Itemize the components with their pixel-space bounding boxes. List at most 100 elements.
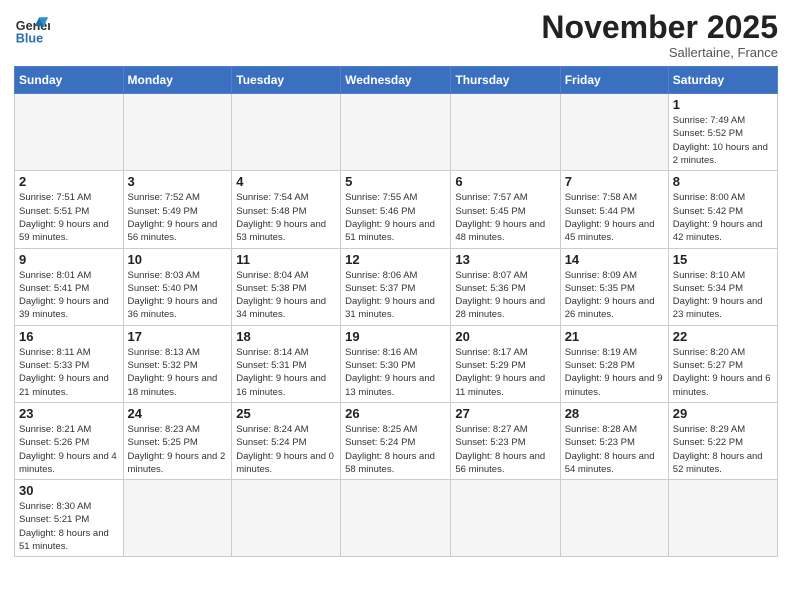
calendar-cell: 8Sunrise: 8:00 AM Sunset: 5:42 PM Daylig… — [668, 171, 777, 248]
logo: General Blue — [14, 10, 50, 46]
week-row-6: 30 Sunrise: 8:30 AM Sunset: 5:21 PM Dayli… — [15, 480, 778, 557]
day-info: Sunrise: 7:49 AM Sunset: 5:52 PM Dayligh… — [673, 114, 773, 167]
day-info: Sunrise: 8:17 AM Sunset: 5:29 PM Dayligh… — [455, 346, 555, 399]
day-info: Sunrise: 8:24 AM Sunset: 5:24 PM Dayligh… — [236, 423, 336, 476]
header-wednesday: Wednesday — [341, 67, 451, 94]
calendar-cell: 29Sunrise: 8:29 AM Sunset: 5:22 PM Dayli… — [668, 402, 777, 479]
calendar-cell — [560, 480, 668, 557]
day-info: Sunrise: 8:29 AM Sunset: 5:22 PM Dayligh… — [673, 423, 773, 476]
calendar-cell: 4 Sunrise: 7:54 AM Sunset: 5:48 PM Daylig… — [232, 171, 341, 248]
day-number: 12 — [345, 252, 446, 267]
calendar-cell: 12 Sunrise: 8:06 AM Sunset: 5:37 PM Dayli… — [341, 248, 451, 325]
calendar-cell: 7 Sunrise: 7:58 AM Sunset: 5:44 PM Daylig… — [560, 171, 668, 248]
day-info: Sunrise: 8:30 AM Sunset: 5:21 PM Dayligh… — [19, 500, 119, 553]
day-number: 25 — [236, 406, 336, 421]
day-info: Sunrise: 7:51 AM Sunset: 5:51 PM Dayligh… — [19, 191, 119, 244]
calendar-cell — [15, 94, 124, 171]
day-info: Sunrise: 7:52 AM Sunset: 5:49 PM Dayligh… — [128, 191, 228, 244]
calendar-cell: 22 Sunrise: 8:20 AM Sunset: 5:27 PM Dayli… — [668, 325, 777, 402]
location: Sallertaine, France — [541, 45, 778, 60]
calendar-cell — [123, 94, 232, 171]
header-saturday: Saturday — [668, 67, 777, 94]
day-info: Sunrise: 8:28 AM Sunset: 5:23 PM Dayligh… — [565, 423, 664, 476]
week-row-5: 23 Sunrise: 8:21 AM Sunset: 5:26 PM Dayli… — [15, 402, 778, 479]
day-info: Sunrise: 8:01 AM Sunset: 5:41 PM Dayligh… — [19, 269, 119, 322]
header-thursday: Thursday — [451, 67, 560, 94]
day-number: 27 — [455, 406, 555, 421]
day-number: 5 — [345, 174, 446, 189]
day-number: 9 — [19, 252, 119, 267]
calendar-cell: 1 Sunrise: 7:49 AM Sunset: 5:52 PM Daylig… — [668, 94, 777, 171]
day-info: Sunrise: 8:21 AM Sunset: 5:26 PM Dayligh… — [19, 423, 119, 476]
calendar-cell: 18Sunrise: 8:14 AM Sunset: 5:31 PM Dayli… — [232, 325, 341, 402]
calendar-cell: 20 Sunrise: 8:17 AM Sunset: 5:29 PM Dayli… — [451, 325, 560, 402]
day-info: Sunrise: 7:54 AM Sunset: 5:48 PM Dayligh… — [236, 191, 336, 244]
day-number: 20 — [455, 329, 555, 344]
header-sunday: Sunday — [15, 67, 124, 94]
calendar-cell — [341, 94, 451, 171]
day-number: 17 — [128, 329, 228, 344]
day-info: Sunrise: 7:57 AM Sunset: 5:45 PM Dayligh… — [455, 191, 555, 244]
calendar-cell: 17 Sunrise: 8:13 AM Sunset: 5:32 PM Dayli… — [123, 325, 232, 402]
day-info: Sunrise: 8:13 AM Sunset: 5:32 PM Dayligh… — [128, 346, 228, 399]
calendar-header: SundayMondayTuesdayWednesdayThursdayFrid… — [15, 67, 778, 94]
calendar-cell: 28 Sunrise: 8:28 AM Sunset: 5:23 PM Dayli… — [560, 402, 668, 479]
day-number: 26 — [345, 406, 446, 421]
calendar-cell: 10 Sunrise: 8:03 AM Sunset: 5:40 PM Dayli… — [123, 248, 232, 325]
calendar-cell — [341, 480, 451, 557]
calendar-cell — [668, 480, 777, 557]
day-info: Sunrise: 8:27 AM Sunset: 5:23 PM Dayligh… — [455, 423, 555, 476]
day-info: Sunrise: 7:58 AM Sunset: 5:44 PM Dayligh… — [565, 191, 664, 244]
calendar-cell — [232, 94, 341, 171]
day-info: Sunrise: 7:55 AM Sunset: 5:46 PM Dayligh… — [345, 191, 446, 244]
calendar-cell: 3 Sunrise: 7:52 AM Sunset: 5:49 PM Daylig… — [123, 171, 232, 248]
day-number: 28 — [565, 406, 664, 421]
day-info: Sunrise: 8:23 AM Sunset: 5:25 PM Dayligh… — [128, 423, 228, 476]
calendar-cell — [232, 480, 341, 557]
day-number: 30 — [19, 483, 119, 498]
calendar-cell: 27 Sunrise: 8:27 AM Sunset: 5:23 PM Dayli… — [451, 402, 560, 479]
calendar-cell: 24 Sunrise: 8:23 AM Sunset: 5:25 PM Dayli… — [123, 402, 232, 479]
calendar-cell: 19Sunrise: 8:16 AM Sunset: 5:30 PM Dayli… — [341, 325, 451, 402]
day-number: 23 — [19, 406, 119, 421]
calendar-cell: 16Sunrise: 8:11 AM Sunset: 5:33 PM Dayli… — [15, 325, 124, 402]
header-monday: Monday — [123, 67, 232, 94]
day-number: 6 — [455, 174, 555, 189]
calendar-cell — [451, 94, 560, 171]
calendar-cell: 21Sunrise: 8:19 AM Sunset: 5:28 PM Dayli… — [560, 325, 668, 402]
header-friday: Friday — [560, 67, 668, 94]
calendar-cell — [451, 480, 560, 557]
calendar-cell: 25 Sunrise: 8:24 AM Sunset: 5:24 PM Dayli… — [232, 402, 341, 479]
day-info: Sunrise: 8:03 AM Sunset: 5:40 PM Dayligh… — [128, 269, 228, 322]
week-row-3: 9 Sunrise: 8:01 AM Sunset: 5:41 PM Daylig… — [15, 248, 778, 325]
day-number: 22 — [673, 329, 773, 344]
svg-text:Blue: Blue — [16, 31, 43, 45]
day-info: Sunrise: 8:06 AM Sunset: 5:37 PM Dayligh… — [345, 269, 446, 322]
day-number: 3 — [128, 174, 228, 189]
day-number: 13 — [455, 252, 555, 267]
day-number: 11 — [236, 252, 336, 267]
day-number: 4 — [236, 174, 336, 189]
calendar-cell: 15Sunrise: 8:10 AM Sunset: 5:34 PM Dayli… — [668, 248, 777, 325]
calendar-cell: 30 Sunrise: 8:30 AM Sunset: 5:21 PM Dayli… — [15, 480, 124, 557]
day-number: 7 — [565, 174, 664, 189]
day-number: 14 — [565, 252, 664, 267]
day-number: 24 — [128, 406, 228, 421]
day-number: 21 — [565, 329, 664, 344]
calendar-cell: 14 Sunrise: 8:09 AM Sunset: 5:35 PM Dayli… — [560, 248, 668, 325]
calendar-table: SundayMondayTuesdayWednesdayThursdayFrid… — [14, 66, 778, 557]
day-number: 10 — [128, 252, 228, 267]
calendar-cell — [560, 94, 668, 171]
day-number: 16 — [19, 329, 119, 344]
calendar-page: General Blue November 2025 Sallertaine, … — [0, 0, 792, 612]
day-info: Sunrise: 8:04 AM Sunset: 5:38 PM Dayligh… — [236, 269, 336, 322]
month-title: November 2025 — [541, 10, 778, 45]
calendar-body: 1 Sunrise: 7:49 AM Sunset: 5:52 PM Daylig… — [15, 94, 778, 557]
day-info: Sunrise: 8:20 AM Sunset: 5:27 PM Dayligh… — [673, 346, 773, 399]
day-info: Sunrise: 8:00 AM Sunset: 5:42 PM Dayligh… — [673, 191, 773, 244]
day-info: Sunrise: 8:16 AM Sunset: 5:30 PM Dayligh… — [345, 346, 446, 399]
day-info: Sunrise: 8:10 AM Sunset: 5:34 PM Dayligh… — [673, 269, 773, 322]
day-number: 1 — [673, 97, 773, 112]
calendar-cell: 5 Sunrise: 7:55 AM Sunset: 5:46 PM Daylig… — [341, 171, 451, 248]
day-info: Sunrise: 8:09 AM Sunset: 5:35 PM Dayligh… — [565, 269, 664, 322]
